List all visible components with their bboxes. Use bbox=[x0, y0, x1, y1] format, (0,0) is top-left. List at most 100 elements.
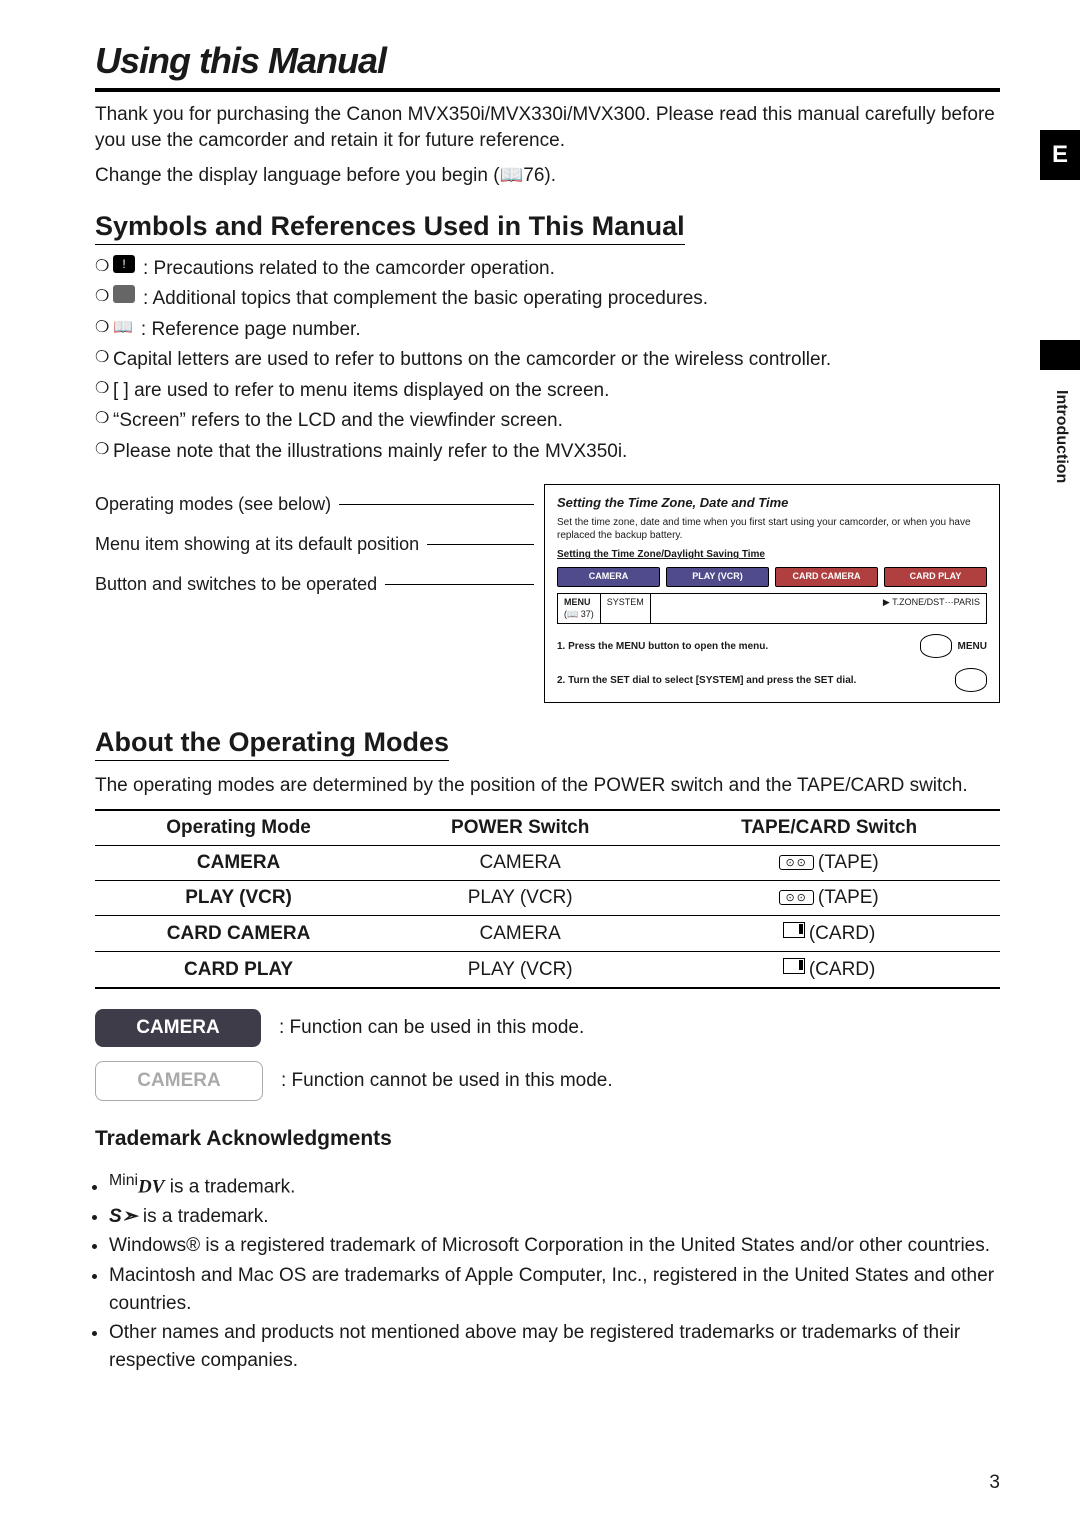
list-item: Windows® is a registered trademark of Mi… bbox=[109, 1232, 1000, 1260]
sym-precautions: : Precautions related to the camcorder o… bbox=[143, 255, 555, 284]
excerpt-menu-bar: MENU (📖 37) SYSTEM ▶ T.ZONE/DST···PARIS bbox=[557, 593, 987, 624]
table-row: CARD PLAY PLAY (VCR) (CARD) bbox=[95, 952, 1000, 989]
list-item: S➣ is a trademark. bbox=[109, 1203, 1000, 1231]
warning-icon bbox=[113, 255, 135, 273]
manual-page: E Introduction Using this Manual Thank y… bbox=[0, 0, 1080, 1534]
tape-icon: ⊙⊙ bbox=[779, 855, 813, 870]
list-item: Macintosh and Mac OS are trademarks of A… bbox=[109, 1262, 1000, 1317]
language-tab: E bbox=[1040, 130, 1080, 180]
menu-ref: (📖 37) bbox=[564, 609, 594, 619]
mode-enabled-text: : Function can be used in this mode. bbox=[279, 1017, 584, 1039]
symbols-list: ❍ : Precautions related to the camcorder … bbox=[95, 255, 1000, 467]
excerpt-step1: 1. Press the MENU button to open the men… bbox=[557, 640, 914, 653]
cell-tc: ⊙⊙(TAPE) bbox=[658, 881, 1000, 916]
notes-icon bbox=[113, 285, 135, 303]
section-modes-heading: About the Operating Modes bbox=[95, 727, 449, 761]
modes-intro: The operating modes are determined by th… bbox=[95, 773, 1000, 799]
operating-modes-table: Operating Mode POWER Switch TAPE/CARD Sw… bbox=[95, 809, 1000, 989]
menu-label: MENU bbox=[564, 597, 591, 607]
bullet-icon: ❍ bbox=[95, 438, 113, 462]
tm-sd: is a trademark. bbox=[138, 1206, 269, 1227]
cell-tc: ⊙⊙(TAPE) bbox=[658, 846, 1000, 881]
callout-2: Menu item showing at its default positio… bbox=[95, 524, 419, 564]
tm-dv: is a trademark. bbox=[164, 1176, 295, 1197]
bullet-icon: ❍ bbox=[95, 255, 113, 279]
cell-mode: CARD CAMERA bbox=[95, 916, 382, 952]
callout-diagram: Operating modes (see below) Menu item sh… bbox=[95, 484, 1000, 703]
trademark-list: MiniDV is a trademark. S➣ is a trademark… bbox=[95, 1170, 1000, 1374]
dial-icon bbox=[920, 634, 952, 658]
book-icon: 📖 bbox=[500, 165, 524, 186]
section-label: Introduction bbox=[1052, 390, 1070, 483]
th-mode: Operating Mode bbox=[95, 810, 382, 846]
cell-mode: CAMERA bbox=[95, 846, 382, 881]
callout-line-icon bbox=[339, 504, 534, 505]
mode-enabled-chip: CAMERA bbox=[95, 1009, 261, 1047]
excerpt-step2: 2. Turn the SET dial to select [SYSTEM] … bbox=[557, 674, 949, 687]
callout-line-icon bbox=[427, 544, 534, 545]
intro2-pre: Change the display language before you b… bbox=[95, 165, 500, 186]
sym-brackets: [ ] are used to refer to menu items disp… bbox=[113, 377, 609, 406]
cell-power: CAMERA bbox=[382, 916, 658, 952]
th-power: POWER Switch bbox=[382, 810, 658, 846]
cell-mode: CARD PLAY bbox=[95, 952, 382, 989]
sym-additional: : Additional topics that complement the … bbox=[143, 285, 708, 314]
side-marker bbox=[1040, 340, 1080, 370]
sym-reference: : Reference page number. bbox=[141, 316, 361, 345]
book-icon: 📖 bbox=[113, 316, 133, 340]
mini-text: Mini bbox=[109, 1172, 138, 1189]
intro2-post: ). bbox=[544, 165, 556, 186]
menu-caption: MENU bbox=[958, 640, 987, 653]
mode-chip-camera: CAMERA bbox=[557, 567, 660, 587]
sym-illustrations: Please note that the illustrations mainl… bbox=[113, 438, 627, 467]
table-row: CAMERA CAMERA ⊙⊙(TAPE) bbox=[95, 846, 1000, 881]
excerpt-subheader: Setting the Time Zone/Daylight Saving Ti… bbox=[557, 548, 987, 561]
intro2-ref: 76 bbox=[523, 165, 544, 186]
mode-chip-cardplay: CARD PLAY bbox=[884, 567, 987, 587]
play-icon: ▶ bbox=[883, 597, 892, 607]
sample-page-excerpt: Setting the Time Zone, Date and Time Set… bbox=[544, 484, 1000, 703]
th-tapecard: TAPE/CARD Switch bbox=[658, 810, 1000, 846]
cell-power: CAMERA bbox=[382, 846, 658, 881]
intro-paragraph-2: Change the display language before you b… bbox=[95, 163, 1000, 189]
tape-icon: ⊙⊙ bbox=[779, 890, 813, 905]
bullet-icon: ❍ bbox=[95, 407, 113, 431]
dial-icon bbox=[955, 668, 987, 692]
mode-disabled-chip: CAMERA bbox=[95, 1061, 263, 1101]
intro-paragraph: Thank you for purchasing the Canon MVX35… bbox=[95, 102, 1000, 153]
excerpt-header: Setting the Time Zone, Date and Time bbox=[557, 495, 987, 512]
minidv-logo-icon: DV bbox=[138, 1176, 164, 1197]
table-row: CARD CAMERA CAMERA (CARD) bbox=[95, 916, 1000, 952]
page-number: 3 bbox=[989, 1472, 1000, 1494]
title-rule bbox=[95, 88, 1000, 92]
bullet-icon: ❍ bbox=[95, 377, 113, 401]
list-item: Other names and products not mentioned a… bbox=[109, 1319, 1000, 1374]
mode-chip-playvcr: PLAY (VCR) bbox=[666, 567, 769, 587]
menu-value: T.ZONE/DST···PARIS bbox=[892, 597, 980, 607]
card-icon bbox=[783, 922, 805, 938]
mode-disabled-text: : Function cannot be used in this mode. bbox=[281, 1070, 613, 1092]
callout-3: Button and switches to be operated bbox=[95, 564, 377, 604]
bullet-icon: ❍ bbox=[95, 285, 113, 309]
callout-line-icon bbox=[385, 584, 534, 585]
bullet-icon: ❍ bbox=[95, 316, 113, 340]
trademark-heading: Trademark Acknowledgments bbox=[95, 1127, 1000, 1151]
sym-screen: “Screen” refers to the LCD and the viewf… bbox=[113, 407, 563, 436]
list-item: MiniDV is a trademark. bbox=[109, 1170, 1000, 1201]
sym-capitals: Capital letters are used to refer to but… bbox=[113, 346, 831, 375]
menu-system: SYSTEM bbox=[601, 594, 651, 623]
cell-tc: (CARD) bbox=[658, 916, 1000, 952]
cell-tc: (CARD) bbox=[658, 952, 1000, 989]
section-symbols-heading: Symbols and References Used in This Manu… bbox=[95, 211, 685, 245]
sd-logo-icon: S➣ bbox=[109, 1206, 138, 1227]
callout-1: Operating modes (see below) bbox=[95, 484, 331, 524]
mode-chip-cardcamera: CARD CAMERA bbox=[775, 567, 878, 587]
cell-mode: PLAY (VCR) bbox=[95, 881, 382, 916]
excerpt-desc: Set the time zone, date and time when yo… bbox=[557, 516, 987, 542]
cell-power: PLAY (VCR) bbox=[382, 881, 658, 916]
page-title: Using this Manual bbox=[95, 40, 1000, 82]
table-row: PLAY (VCR) PLAY (VCR) ⊙⊙(TAPE) bbox=[95, 881, 1000, 916]
cell-power: PLAY (VCR) bbox=[382, 952, 658, 989]
card-icon bbox=[783, 958, 805, 974]
bullet-icon: ❍ bbox=[95, 346, 113, 370]
